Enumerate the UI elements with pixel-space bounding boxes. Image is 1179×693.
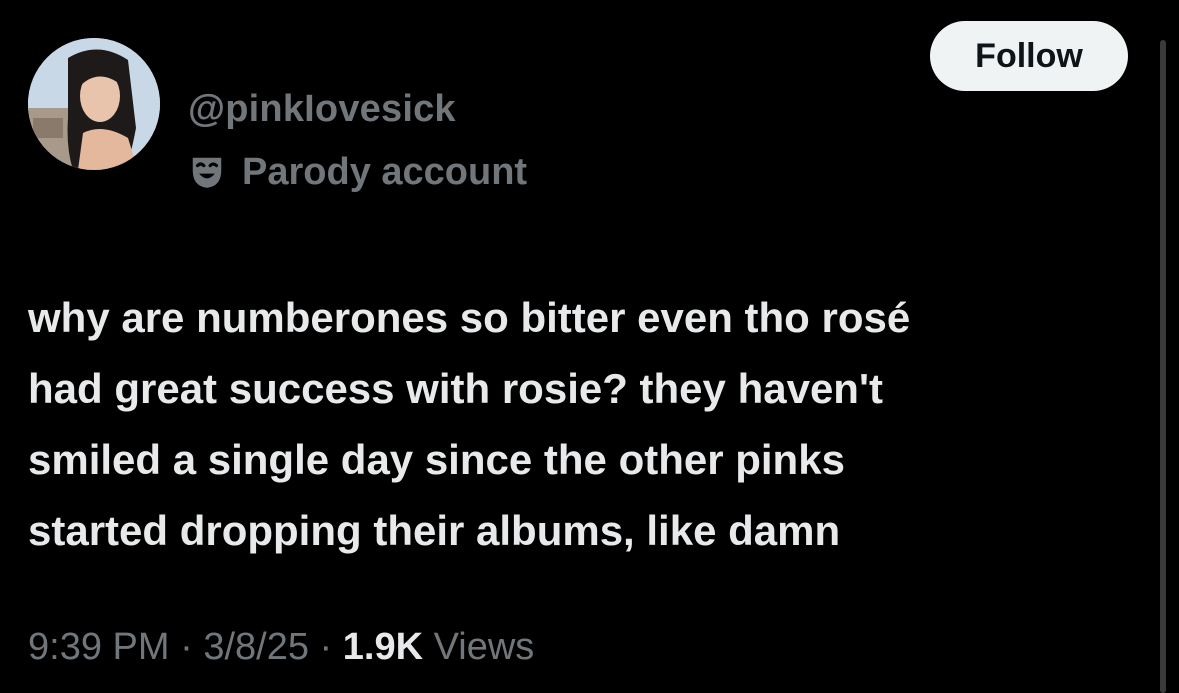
user-handle[interactable]: @pinkIovesick [188, 88, 456, 131]
tweet-text-line: had great success with rosie? they haven… [28, 365, 883, 412]
tweet-meta: 9:39 PM · 3/8/25 · 1.9K Views [28, 626, 534, 669]
parody-account-text: Parody account [242, 150, 528, 193]
scrollbar[interactable] [1160, 40, 1166, 693]
tweet-date[interactable]: 3/8/25 [203, 626, 309, 668]
tweet-container: @pinkIovesick Parody account Follow why … [0, 0, 1179, 693]
follow-button[interactable]: Follow [930, 21, 1128, 91]
tweet-text-line: started dropping their albums, like damn [28, 507, 841, 554]
meta-separator: · [319, 626, 333, 668]
tweet-text-line: smiled a single day since the other pink… [28, 436, 845, 483]
avatar[interactable] [28, 38, 160, 170]
meta-separator: · [180, 626, 193, 668]
views-label: Views [433, 626, 535, 668]
avatar-photo [28, 38, 160, 170]
views-count: 1.9K [342, 626, 424, 668]
theater-mask-icon [188, 153, 226, 191]
tweet-text: why are numberones so bitter even tho ro… [28, 282, 1138, 566]
parody-account-label: Parody account [188, 150, 527, 194]
tweet-text-line: why are numberones so bitter even tho ro… [28, 294, 911, 341]
tweet-time[interactable]: 9:39 PM [28, 626, 170, 668]
